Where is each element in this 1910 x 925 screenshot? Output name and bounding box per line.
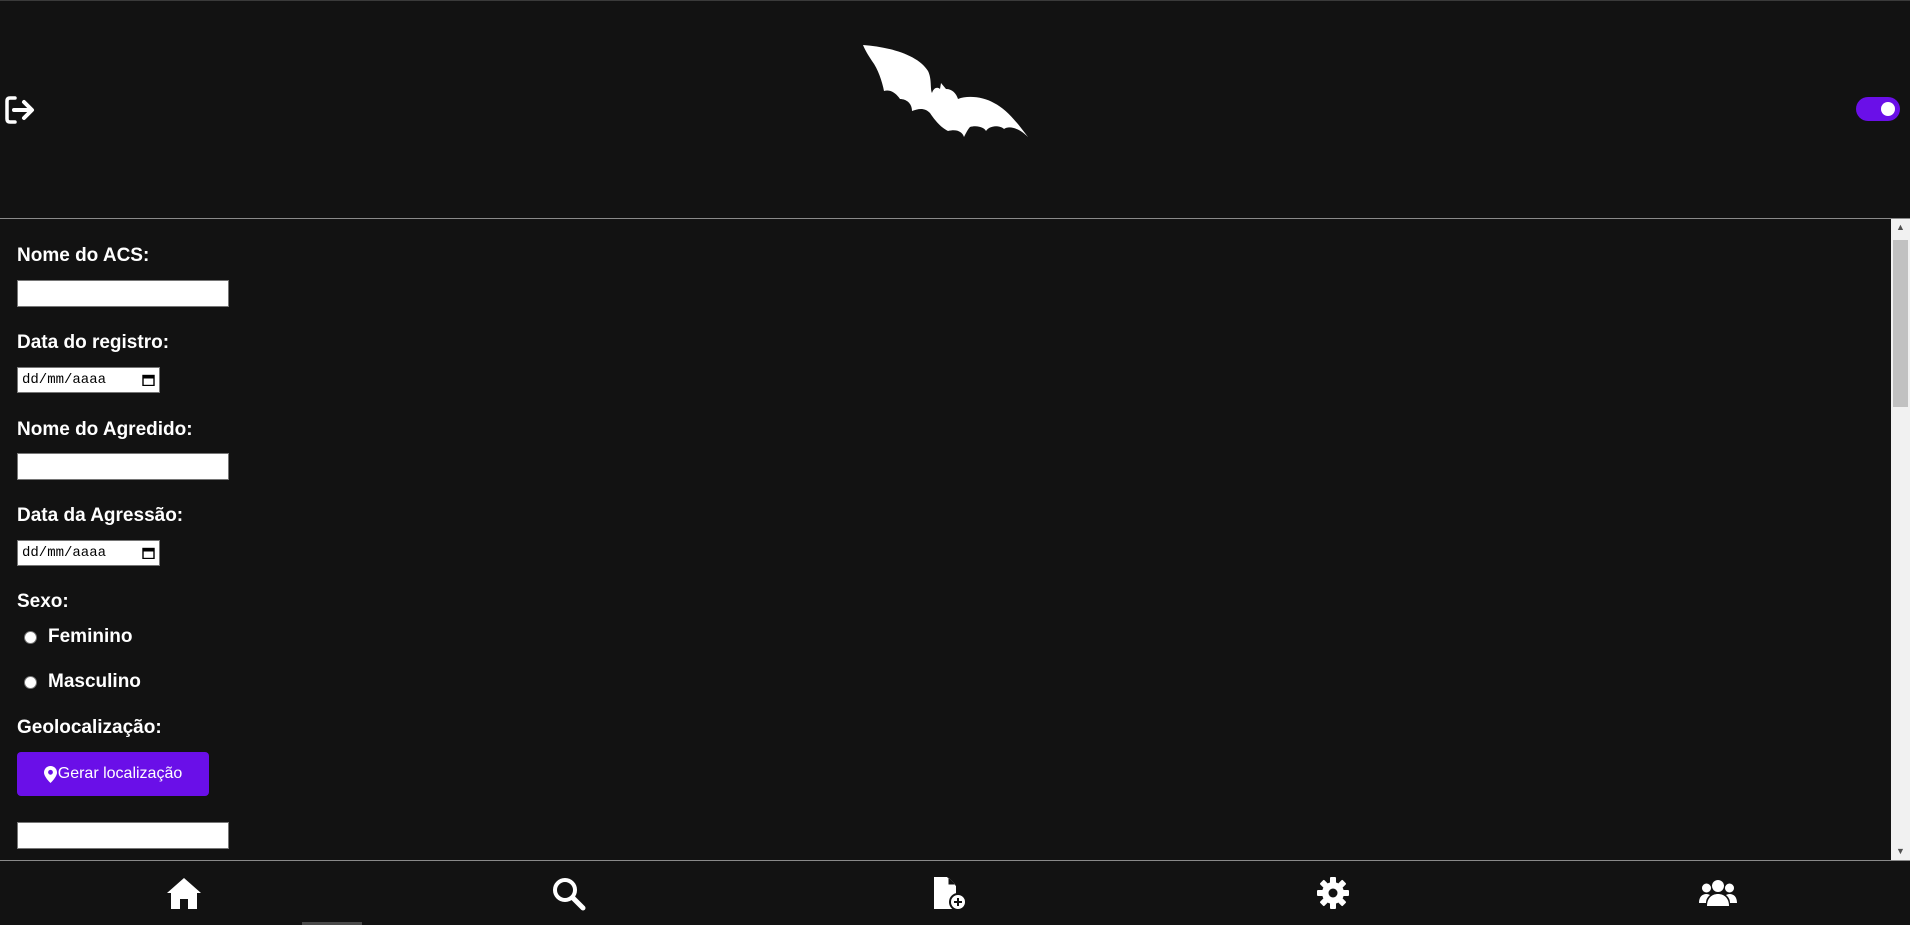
geolocation-label: Geolocalização: <box>17 717 162 738</box>
gear-icon[interactable] <box>1313 873 1353 913</box>
theme-toggle[interactable] <box>1856 97 1900 121</box>
add-file-icon[interactable] <box>930 873 970 913</box>
acs-name-label: Nome do ACS: <box>17 245 150 266</box>
bottom-navigation <box>0 860 1910 925</box>
record-date-placeholder: dd/mm/aaaa <box>22 372 107 388</box>
sex-option-masculino[interactable]: Masculino <box>24 671 141 693</box>
sex-label: Sexo: <box>17 591 69 612</box>
app-header <box>0 0 1910 219</box>
toggle-knob <box>1881 102 1895 116</box>
search-icon[interactable] <box>548 873 588 913</box>
generate-location-label: Gerar localização <box>57 765 183 782</box>
users-icon[interactable] <box>1698 873 1738 913</box>
generate-location-button[interactable]: Gerar localização <box>17 752 209 796</box>
scroll-up-arrow[interactable]: ▲ <box>1891 219 1910 236</box>
radio-button[interactable] <box>24 675 37 689</box>
radio-button[interactable] <box>24 630 37 644</box>
acs-name-input[interactable] <box>17 280 229 307</box>
form-container: Nome do ACS: Data do registro: dd/mm/aaa… <box>0 219 1890 860</box>
record-date-label: Data do registro: <box>17 332 170 353</box>
scrollbar-thumb[interactable] <box>1893 240 1908 407</box>
map-pin-icon <box>43 765 57 783</box>
calendar-icon[interactable] <box>142 547 155 560</box>
victim-name-label: Nome do Agredido: <box>17 419 193 440</box>
victim-name-input[interactable] <box>17 453 229 480</box>
radio-label: Feminino <box>48 626 133 647</box>
vertical-scrollbar[interactable]: ▲ ▼ <box>1891 219 1910 860</box>
record-date-input[interactable]: dd/mm/aaaa <box>17 367 160 393</box>
calendar-icon[interactable] <box>142 374 155 387</box>
home-icon[interactable] <box>164 873 204 913</box>
scroll-down-arrow[interactable]: ▼ <box>1891 843 1910 860</box>
aggression-date-label: Data da Agressão: <box>17 505 184 526</box>
radio-label: Masculino <box>48 671 141 692</box>
geolocation-input[interactable] <box>17 822 229 849</box>
sex-option-feminino[interactable]: Feminino <box>24 626 132 648</box>
bat-logo <box>860 41 1032 141</box>
logout-icon[interactable] <box>4 93 36 127</box>
aggression-date-input[interactable]: dd/mm/aaaa <box>17 540 160 566</box>
aggression-date-placeholder: dd/mm/aaaa <box>22 545 107 561</box>
